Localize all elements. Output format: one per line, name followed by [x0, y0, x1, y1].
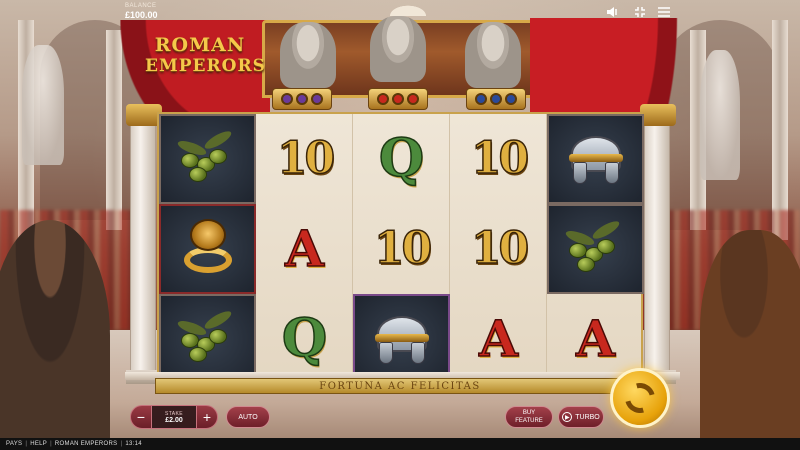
logo-line1: ROMAN	[154, 34, 246, 56]
lion-ring-symbol	[159, 204, 256, 294]
buy-feature-button[interactable]: BUY FEATURE	[505, 406, 553, 428]
turbo-label: TURBO	[575, 413, 600, 421]
decrease-stake-button[interactable]: −	[130, 405, 152, 429]
stake-value: £2.00	[165, 416, 183, 424]
symbol-text: A	[478, 309, 518, 368]
gem-icon	[392, 93, 404, 105]
olive-icon	[173, 308, 243, 369]
olives-symbol	[159, 114, 256, 204]
logo-line2: EMPERORS	[145, 56, 266, 76]
symbol-text: A	[575, 309, 615, 368]
lion-ring-icon	[176, 217, 240, 281]
foreground-figure	[700, 230, 800, 450]
gem-meter-center	[368, 88, 428, 110]
olives-symbol	[547, 204, 644, 294]
helmet-icon	[565, 128, 627, 190]
buy-feature-line1: BUY	[522, 410, 536, 416]
ten-symbol: 10	[450, 204, 547, 294]
pays-link[interactable]: PAYS	[6, 441, 22, 447]
balance-label: BALANCE	[125, 3, 157, 9]
increase-stake-button[interactable]: +	[196, 405, 218, 429]
spin-arrows-icon	[619, 377, 661, 419]
reel-5: A	[547, 114, 644, 384]
helmet-symbol	[547, 114, 644, 204]
footer-game-name: ROMAN EMPERORS	[54, 441, 118, 447]
queen-symbol: Q	[353, 114, 450, 204]
footer-bar: PAYS | HELP | ROMAN EMPERORS | 13:14	[0, 438, 800, 450]
symbol-text: 10	[276, 133, 336, 184]
statue	[22, 45, 64, 165]
background-column	[772, 20, 788, 240]
helmet-icon	[371, 308, 433, 370]
gem-icon	[311, 93, 323, 105]
gem-icon	[407, 93, 419, 105]
helmet-symbol	[353, 294, 450, 384]
motto-banner: FORTUNA AC FELICITAS	[155, 378, 645, 394]
pillar-right	[640, 104, 676, 384]
ace-symbol: A	[450, 294, 547, 384]
reel-1	[159, 114, 256, 384]
statue	[700, 50, 740, 180]
olives-symbol	[159, 294, 256, 384]
play-icon: ▶	[562, 412, 573, 422]
olive-icon	[561, 218, 631, 279]
gem-icon	[296, 93, 308, 105]
olive-icon	[173, 128, 243, 189]
separator: |	[120, 441, 123, 447]
gem-icon	[475, 93, 487, 105]
symbol-text: 10	[470, 133, 530, 184]
reel-2: 10 A Q	[256, 114, 353, 384]
stake-display: STAKE £2.00	[152, 405, 196, 429]
queen-symbol: Q	[256, 294, 353, 384]
ten-symbol: 10	[256, 114, 353, 204]
reel-3: Q 10	[353, 114, 450, 384]
clock: 13:14	[125, 441, 142, 447]
gem-meter-right	[466, 88, 526, 110]
symbol-text: Q	[378, 128, 425, 189]
ten-symbol: 10	[450, 114, 547, 204]
gem-meter-left	[272, 88, 332, 110]
ten-symbol: 10	[353, 204, 450, 294]
buy-feature-line2: FEATURE	[515, 418, 543, 424]
emperor-bust-right	[465, 22, 521, 88]
autoplay-button[interactable]: AUTO	[226, 406, 270, 428]
turbo-button[interactable]: ▶ TURBO	[558, 406, 604, 428]
motto-text: FORTUNA AC FELICITAS	[319, 380, 481, 392]
reel-4: 10 10 A	[450, 114, 547, 384]
reel-grid: 10 A Q Q 10 10 10 A A	[157, 112, 644, 384]
game-logo: ROMAN EMPERORS	[145, 34, 266, 82]
eagle-ornament	[380, 0, 436, 16]
gem-icon	[490, 93, 502, 105]
symbol-text: A	[284, 219, 324, 278]
gem-icon	[281, 93, 293, 105]
autoplay-label: AUTO	[238, 413, 258, 421]
stake-control: − STAKE £2.00 +	[130, 405, 218, 429]
gem-icon	[377, 93, 389, 105]
spin-button[interactable]	[610, 368, 670, 428]
separator: |	[25, 441, 28, 447]
gem-icon	[505, 93, 517, 105]
symbol-text: 10	[373, 223, 433, 274]
help-link[interactable]: HELP	[30, 441, 47, 447]
symbol-text: Q	[281, 308, 328, 369]
symbol-text: 10	[470, 223, 530, 274]
emperor-bust-center	[370, 16, 426, 82]
pillar-left	[126, 104, 162, 384]
ace-symbol: A	[256, 204, 353, 294]
emperor-bust-left	[280, 22, 336, 88]
balance-value: £100.00	[125, 10, 158, 20]
separator: |	[50, 441, 52, 447]
